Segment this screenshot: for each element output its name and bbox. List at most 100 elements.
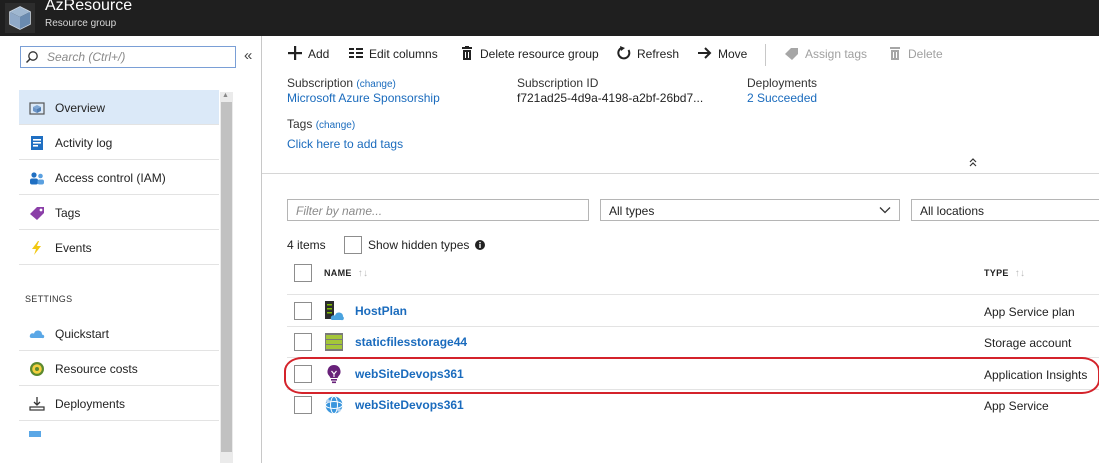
deployments-label: Deployments bbox=[747, 76, 818, 90]
refresh-label: Refresh bbox=[637, 47, 680, 61]
tag-icon bbox=[30, 207, 44, 220]
resource-name-link[interactable]: webSiteDevops361 bbox=[355, 398, 464, 412]
left-navigation: « Overview Activity log Access control (… bbox=[0, 36, 262, 463]
trash-icon bbox=[890, 47, 900, 60]
partial-item-icon bbox=[29, 431, 41, 437]
delete-label: Delete bbox=[908, 47, 943, 61]
sidebar-item-label: Quickstart bbox=[55, 327, 110, 341]
select-all-checkbox[interactable] bbox=[294, 264, 312, 282]
move-button[interactable]: Move bbox=[698, 46, 747, 64]
tags-label-text: Tags bbox=[287, 117, 313, 131]
column-name-label: NAME bbox=[324, 268, 352, 278]
sidebar-item-tags[interactable]: Tags bbox=[19, 195, 219, 230]
sidebar-item-activity-log[interactable]: Activity log bbox=[19, 125, 219, 160]
app-service-icon bbox=[325, 396, 343, 414]
subscription-id-label: Subscription ID bbox=[517, 76, 599, 90]
add-label: Add bbox=[308, 47, 330, 61]
subscription-link[interactable]: Microsoft Azure Sponsorship bbox=[287, 91, 440, 105]
sidebar-item-deployments[interactable]: Deployments bbox=[19, 386, 219, 421]
row-checkbox[interactable] bbox=[294, 333, 312, 351]
sidebar-item-label: Resource costs bbox=[55, 362, 138, 376]
add-tags-link[interactable]: Click here to add tags bbox=[287, 137, 403, 151]
locations-filter-select[interactable]: All locations bbox=[911, 199, 1099, 221]
portal-header: AzResource Resource group bbox=[0, 0, 1099, 36]
delete-resource-group-label: Delete resource group bbox=[480, 47, 599, 61]
row-divider bbox=[287, 326, 1099, 327]
sort-icon: ↑↓ bbox=[1014, 268, 1026, 279]
delete-button[interactable]: Delete bbox=[888, 46, 943, 64]
sidebar-item-overview[interactable]: Overview bbox=[19, 90, 219, 125]
overview-icon bbox=[29, 102, 45, 115]
resource-group-subtitle: Resource group bbox=[45, 18, 117, 29]
types-filter-value: All types bbox=[609, 204, 655, 218]
tags-label: Tags (change) bbox=[287, 117, 355, 131]
sort-icon: ↑↓ bbox=[357, 268, 369, 279]
sidebar-item-label: Overview bbox=[55, 101, 106, 115]
subscription-id-value: f721ad25-4d9a-4198-a2bf-26bd7... bbox=[517, 91, 704, 105]
resource-type: App Service bbox=[984, 399, 1049, 413]
sidebar-scrollbar[interactable]: ▲ bbox=[220, 92, 233, 463]
command-bar: Add Edit columns Delete resource group R… bbox=[262, 36, 1099, 72]
resource-name-link[interactable]: staticfilesstorage44 bbox=[355, 335, 467, 349]
collapse-essentials-button[interactable] bbox=[969, 157, 977, 170]
scrollbar-thumb[interactable] bbox=[221, 102, 232, 452]
sidebar-item-quickstart[interactable]: Quickstart bbox=[19, 316, 219, 351]
refresh-icon bbox=[617, 46, 631, 60]
lightning-icon bbox=[32, 241, 41, 255]
column-header-type[interactable]: TYPE ↑↓ bbox=[984, 268, 1025, 279]
filter-by-name-box[interactable] bbox=[287, 199, 589, 221]
columns-icon bbox=[349, 48, 363, 58]
row-checkbox[interactable] bbox=[294, 396, 312, 414]
cloud-icon bbox=[29, 330, 45, 339]
change-subscription-link[interactable]: (change) bbox=[356, 79, 395, 90]
arrow-right-icon bbox=[698, 47, 712, 59]
double-chevron-up-icon bbox=[969, 158, 977, 167]
column-type-label: TYPE bbox=[984, 268, 1009, 278]
tag-icon bbox=[785, 48, 798, 60]
delete-resource-group-button[interactable]: Delete resource group bbox=[460, 46, 599, 64]
info-icon[interactable] bbox=[475, 240, 485, 250]
subscription-label-text: Subscription bbox=[287, 76, 354, 90]
trash-icon bbox=[462, 46, 472, 60]
edit-columns-button[interactable]: Edit columns bbox=[349, 46, 438, 64]
activity-log-icon bbox=[31, 136, 43, 150]
show-hidden-types-label: Show hidden types bbox=[368, 238, 470, 252]
sidebar-item-label: Events bbox=[55, 241, 92, 255]
sidebar-item-label: Deployments bbox=[55, 397, 126, 411]
subscription-label: Subscription (change) bbox=[287, 76, 396, 90]
assign-tags-button[interactable]: Assign tags bbox=[785, 46, 867, 64]
sidebar-item-resource-costs[interactable]: Resource costs bbox=[19, 351, 219, 386]
refresh-button[interactable]: Refresh bbox=[617, 46, 679, 64]
resource-name-link[interactable]: HostPlan bbox=[355, 304, 407, 318]
sidebar-item-events[interactable]: Events bbox=[19, 230, 219, 265]
storage-account-icon bbox=[325, 333, 343, 351]
row-checkbox[interactable] bbox=[294, 302, 312, 320]
show-hidden-types-checkbox[interactable] bbox=[344, 236, 362, 254]
sidebar-item-iam[interactable]: Access control (IAM) bbox=[19, 160, 219, 195]
filter-by-name-input[interactable] bbox=[296, 203, 576, 218]
column-header-name[interactable]: NAME ↑↓ bbox=[324, 268, 368, 279]
resource-group-cube-icon bbox=[5, 3, 35, 33]
deployments-link[interactable]: 2 Succeeded bbox=[747, 91, 817, 105]
essentials-divider bbox=[262, 173, 1099, 174]
cost-icon bbox=[30, 362, 44, 376]
scroll-up-arrow-icon[interactable]: ▲ bbox=[222, 92, 229, 99]
menu-search-box[interactable] bbox=[20, 46, 236, 68]
locations-filter-value: All locations bbox=[920, 204, 985, 218]
sidebar-item-partial[interactable] bbox=[19, 421, 219, 463]
assign-tags-label: Assign tags bbox=[805, 47, 868, 61]
search-icon bbox=[25, 51, 38, 64]
items-count: 4 items bbox=[287, 238, 326, 252]
sidebar-item-label: Activity log bbox=[55, 136, 113, 150]
settings-heading: SETTINGS bbox=[25, 294, 73, 304]
collapse-menu-button[interactable]: « bbox=[244, 47, 252, 64]
edit-columns-label: Edit columns bbox=[369, 47, 438, 61]
types-filter-select[interactable]: All types bbox=[600, 199, 900, 221]
menu-search-input[interactable] bbox=[47, 49, 231, 65]
add-button[interactable]: Add bbox=[288, 46, 329, 64]
change-tags-link[interactable]: (change) bbox=[316, 120, 355, 131]
sidebar-item-label: Access control (IAM) bbox=[55, 171, 166, 185]
resource-group-title: AzResource bbox=[45, 0, 133, 14]
sidebar-item-label: Tags bbox=[55, 206, 81, 220]
move-label: Move bbox=[718, 47, 748, 61]
